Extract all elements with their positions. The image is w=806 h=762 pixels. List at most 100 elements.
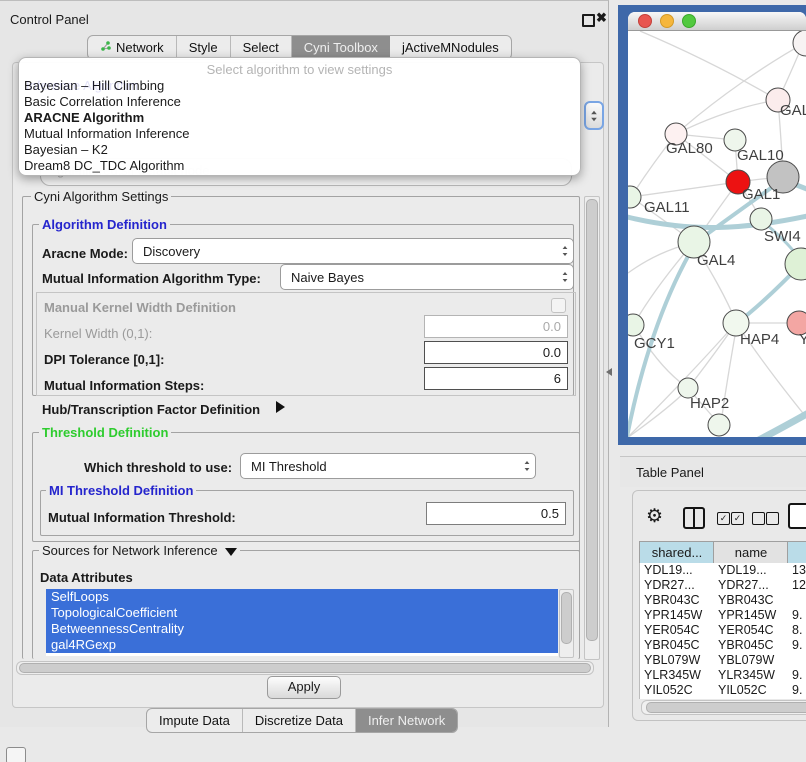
tab-impute-data[interactable]: Impute Data <box>147 709 243 732</box>
algorithm-option[interactable]: ARACNE Algorithm <box>19 110 580 126</box>
table-cell: YIL052C <box>644 683 712 698</box>
table-h-scrollbar[interactable] <box>641 700 806 715</box>
table-panel-header: Table Panel <box>620 456 806 487</box>
table-cell: 12 <box>792 578 806 593</box>
combo-arrows-icon <box>557 271 573 283</box>
table-column-header[interactable]: shared... <box>639 541 714 565</box>
network-edge[interactable] <box>755 411 806 437</box>
table-row[interactable]: YBR045CYBR045C9. <box>640 638 806 653</box>
tab-jactivemnodules[interactable]: jActiveMNodules <box>390 36 511 59</box>
table-row[interactable]: YPR145WYPR145W9. <box>640 608 806 623</box>
select-all-checkbox-icon[interactable]: ✓ <box>717 512 730 525</box>
tab-discretize-data[interactable]: Discretize Data <box>243 709 356 732</box>
background-group-title: Inference Algorithm <box>26 78 138 93</box>
table-row[interactable]: YIL052CYIL052C9. <box>640 683 806 698</box>
control-panel-title: Control Panel <box>10 12 89 27</box>
network-node[interactable] <box>793 31 806 56</box>
table-row[interactable]: YBL079WYBL079W <box>640 653 806 668</box>
kernel-width-field[interactable]: 0.0 <box>424 315 568 338</box>
minimize-window-icon[interactable] <box>660 14 674 28</box>
manual-kernel-label: Manual Kernel Width Definition <box>44 300 236 315</box>
dpi-tolerance-field[interactable]: 0.0 <box>424 341 568 364</box>
manual-kernel-checkbox[interactable] <box>551 298 566 313</box>
table-cell: YDR27... <box>718 578 786 593</box>
sources-group-title[interactable]: Sources for Network Inference <box>39 543 240 558</box>
algorithm-dropdown-popup: Select algorithm to view settings Bayesi… <box>18 57 581 176</box>
table-row[interactable]: YER054CYER054C8. <box>640 623 806 638</box>
select-all-checkbox-icon-2[interactable]: ✓ <box>731 512 744 525</box>
aracne-mode-combo[interactable]: Discovery <box>132 238 574 264</box>
table-column-header[interactable] <box>787 541 806 565</box>
network-window-titlebar[interactable] <box>628 12 806 31</box>
data-attribute-item[interactable]: gal4RGexp <box>46 637 558 653</box>
algorithm-combo-arrow[interactable] <box>584 101 604 130</box>
network-edge[interactable] <box>676 100 778 134</box>
zoom-window-icon[interactable] <box>682 14 696 28</box>
network-node[interactable] <box>628 186 641 208</box>
network-canvas[interactable]: GALGAL80GAL10GAL1GAL11SWI4GAL4GCY1HAP4YH… <box>628 31 806 437</box>
mi-threshold-field[interactable]: 0.5 <box>426 502 566 525</box>
algorithm-option[interactable]: Bayesian – K2 <box>19 142 580 158</box>
table-cell: YBR045C <box>718 638 786 653</box>
tab-network[interactable]: Network <box>88 36 177 59</box>
settings-h-scrollbar[interactable] <box>16 661 594 675</box>
table-cell: 9. <box>792 608 806 623</box>
deselect-all-checkbox-icon[interactable] <box>752 512 765 525</box>
data-attribute-item[interactable]: TopologicalCoefficient <box>46 605 558 621</box>
table-row[interactable]: YDR27...YDR27...12 <box>640 578 806 593</box>
table-row[interactable]: YLR345WYLR345W9. <box>640 668 806 683</box>
dpi-tolerance-label: DPI Tolerance [0,1]: <box>44 352 164 367</box>
mi-threshold-group-title: MI Threshold Definition <box>46 483 196 498</box>
minimized-panel-icon[interactable] <box>6 747 26 762</box>
algorithm-option[interactable]: Dream8 DC_TDC Algorithm <box>19 158 580 174</box>
tab-style[interactable]: Style <box>177 36 231 59</box>
table-cell: YPR145W <box>644 608 712 623</box>
hub-section-label[interactable]: Hub/Transcription Factor Definition <box>42 402 260 417</box>
network-edge[interactable] <box>640 31 778 100</box>
data-attribute-item[interactable]: SelfLoops <box>46 589 558 605</box>
data-attribute-item[interactable]: BetweennessCentrality <box>46 621 558 637</box>
mi-steps-field[interactable]: 6 <box>424 367 568 390</box>
data-attributes-list: SelfLoopsTopologicalCoefficientBetweenne… <box>46 589 558 656</box>
export-table-icon[interactable] <box>788 503 806 529</box>
table-row[interactable]: YBR043CYBR043C <box>640 593 806 608</box>
mi-algorithm-type-combo[interactable]: Naive Bayes <box>280 264 574 290</box>
settings-scrollbar[interactable] <box>584 196 600 660</box>
splitter-collapse-icon[interactable] <box>606 368 612 376</box>
table-column-header[interactable]: name <box>713 541 788 565</box>
algorithm-option[interactable]: Basic Correlation Inference <box>19 94 580 110</box>
float-window-icon[interactable] <box>582 14 595 27</box>
network-node[interactable] <box>750 208 772 230</box>
tab-select[interactable]: Select <box>231 36 292 59</box>
network-edge[interactable] <box>631 182 738 197</box>
gear-icon[interactable]: ⚙ <box>646 505 663 528</box>
expand-arrow-icon[interactable] <box>276 401 285 413</box>
kernel-width-label: Kernel Width (0,1): <box>44 326 152 341</box>
table-row[interactable]: YDL19...YDL19...13 <box>640 563 806 578</box>
deselect-all-checkbox-icon-2[interactable] <box>766 512 779 525</box>
collapse-arrow-icon <box>225 548 237 556</box>
cyni-bottom-tabbar: Impute Data Discretize Data Infer Networ… <box>146 708 458 733</box>
table-cell: YLR345W <box>644 668 712 683</box>
network-node[interactable] <box>708 414 730 436</box>
table-cell: 8. <box>792 623 806 638</box>
mi-steps-label: Mutual Information Steps: <box>44 378 204 393</box>
apply-button[interactable]: Apply <box>267 676 341 699</box>
node-label: GAL <box>780 102 806 119</box>
network-node[interactable] <box>628 314 644 336</box>
algorithm-option[interactable]: Mutual Information Inference <box>19 126 580 142</box>
table-cell: YBR045C <box>644 638 712 653</box>
node-label: SWI4 <box>764 228 801 245</box>
tab-cyni-toolbox[interactable]: Cyni Toolbox <box>292 36 390 59</box>
node-label: GAL1 <box>742 186 780 203</box>
network-edge[interactable] <box>676 41 806 134</box>
close-window-icon[interactable] <box>638 14 652 28</box>
attributes-list-scrollbar[interactable] <box>559 589 574 658</box>
tab-infer-network[interactable]: Infer Network <box>356 709 457 732</box>
which-threshold-combo[interactable]: MI Threshold <box>240 453 536 479</box>
close-panel-icon[interactable]: ✖ <box>596 10 607 26</box>
table-cell: YLR345W <box>718 668 786 683</box>
node-label: GCY1 <box>634 335 675 352</box>
column-layout-icon[interactable] <box>683 507 705 529</box>
node-label: GAL4 <box>697 252 735 269</box>
